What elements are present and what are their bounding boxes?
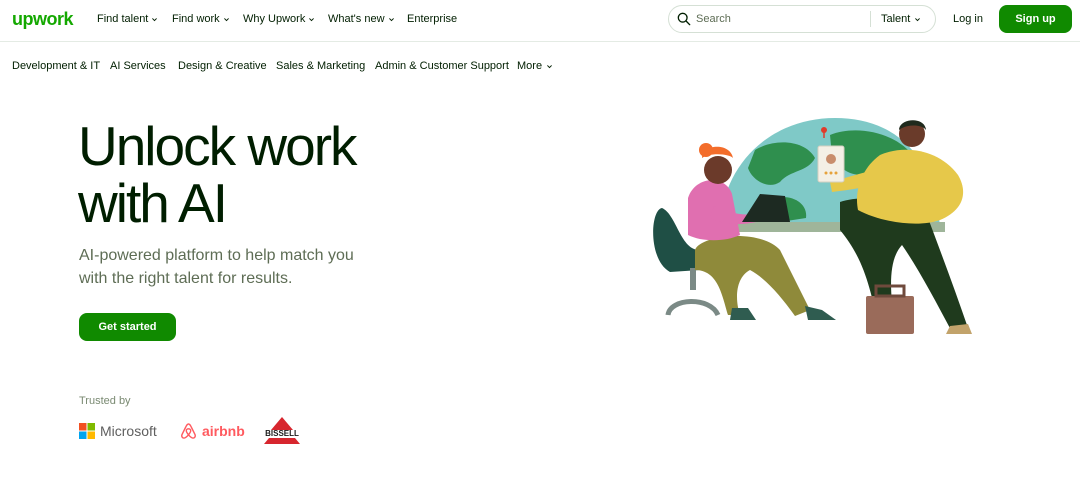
category-admin-support[interactable]: Admin & Customer Support [375, 60, 509, 72]
chevron-down-icon [223, 17, 229, 21]
hero-title-line: with AI [78, 172, 228, 234]
nav-find-work-label: Find work [172, 13, 220, 25]
nav-find-work[interactable]: Find work [172, 13, 230, 25]
microsoft-icon [79, 423, 95, 439]
category-label: More [517, 60, 543, 72]
category-ai-services[interactable]: AI Services [110, 60, 166, 72]
airbnb-wordmark: airbnb [202, 423, 245, 439]
hero-subtitle: AI-powered platform to help match you wi… [79, 244, 389, 290]
upwork-logo[interactable]: upwork [12, 9, 74, 30]
category-more[interactable]: More [517, 60, 553, 72]
category-sales-marketing[interactable]: Sales & Marketing [276, 60, 365, 72]
category-label: AI Services [110, 60, 166, 72]
chevron-down-icon [915, 17, 921, 21]
nav-whats-new-label: What's new [328, 13, 385, 25]
chevron-down-icon [152, 17, 158, 21]
person-standing-illustration [817, 120, 972, 334]
search-divider [870, 11, 871, 27]
microsoft-logo: Microsoft [79, 418, 157, 444]
airbnb-icon [181, 423, 196, 439]
category-development-it[interactable]: Development & IT [12, 60, 100, 72]
search-scope-label: Talent [881, 13, 911, 25]
hero-subtitle-line: AI-powered platform to help match you [79, 247, 354, 264]
chevron-down-icon [547, 64, 553, 68]
category-label: Admin & Customer Support [375, 60, 509, 72]
nav-find-talent-label: Find talent [97, 13, 149, 25]
bissell-logo: BISSELL [262, 417, 302, 444]
top-navigation: upwork Find talent Find work Why Upwork … [0, 0, 1080, 42]
search-bar: Talent [668, 5, 936, 33]
trusted-by-label: Trusted by [79, 395, 131, 407]
hero-subtitle-line: with the right talent for results. [79, 270, 293, 287]
category-nav: Development & IT AI Services Design & Cr… [0, 43, 1080, 87]
bissell-wordmark: BISSELL [265, 429, 299, 438]
hero-title: Unlock work with AI [78, 118, 458, 232]
chevron-down-icon [388, 17, 394, 21]
nav-enterprise-label: Enterprise [407, 13, 458, 25]
search-icon[interactable] [677, 12, 691, 26]
category-label: Design & Creative [178, 60, 267, 72]
nav-why-upwork-label: Why Upwork [243, 13, 306, 25]
microsoft-wordmark: Microsoft [100, 423, 157, 439]
bissell-icon: BISSELL [264, 417, 300, 444]
airbnb-logo: airbnb [180, 418, 245, 444]
category-label: Sales & Marketing [276, 60, 366, 72]
hero-illustration [653, 118, 972, 334]
hero-title-line: Unlock work [78, 115, 358, 177]
signup-button[interactable]: Sign up [999, 5, 1072, 33]
nav-whats-new[interactable]: What's new [328, 13, 395, 25]
nav-enterprise[interactable]: Enterprise [407, 13, 457, 25]
category-design-creative[interactable]: Design & Creative [178, 60, 267, 72]
nav-why-upwork[interactable]: Why Upwork [243, 13, 315, 25]
search-scope-select[interactable]: Talent [881, 13, 921, 25]
search-input[interactable] [696, 11, 866, 27]
category-label: Development & IT [12, 60, 101, 72]
get-started-button[interactable]: Get started [79, 313, 176, 341]
nav-find-talent[interactable]: Find talent [97, 13, 158, 25]
login-link[interactable]: Log in [953, 13, 983, 25]
chevron-down-icon [309, 17, 315, 21]
